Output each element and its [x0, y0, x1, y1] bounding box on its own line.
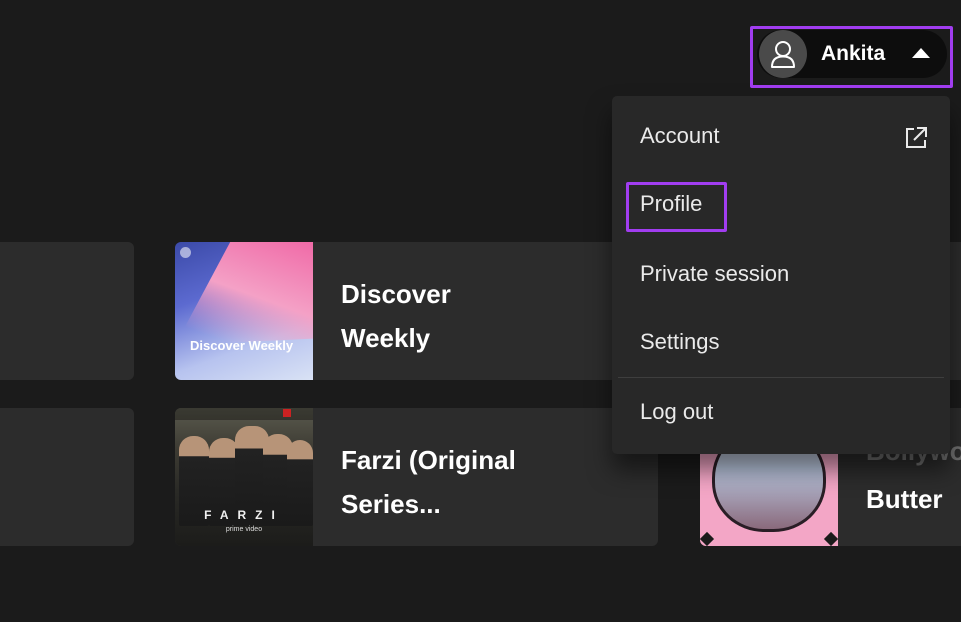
annotation-highlight-user	[750, 26, 953, 88]
menu-item-label: Settings	[640, 329, 720, 354]
shortcut-card-partial[interactable]	[0, 408, 134, 546]
menu-item-private-session[interactable]: Private session	[612, 246, 950, 306]
cover-subtitle: prime video	[225, 526, 263, 533]
farzi-cover: FARZI prime video	[175, 408, 313, 546]
menu-item-label: Private session	[640, 261, 790, 286]
card-title: Farzi (Original Series...	[341, 445, 516, 519]
cover-text: Discover Weekly	[190, 338, 294, 353]
card-title: Discover Weekly	[341, 279, 451, 353]
annotation-highlight-profile	[626, 182, 727, 232]
user-dropdown-menu: Account Profile Private session Settings…	[612, 96, 950, 454]
menu-item-log-out[interactable]: Log out	[612, 384, 950, 444]
shortcut-card-discover-weekly[interactable]: Discover Weekly Discover Weekly	[175, 242, 658, 380]
menu-divider	[618, 377, 944, 378]
menu-item-label: Log out	[640, 399, 714, 424]
menu-item-account[interactable]: Account	[612, 108, 950, 168]
external-link-icon	[906, 127, 927, 148]
cover-title: FARZI	[204, 508, 284, 522]
menu-item-label: Account	[640, 123, 720, 148]
shortcut-card-farzi[interactable]: FARZI prime video Farzi (Original Series…	[175, 408, 658, 546]
discover-weekly-cover: Discover Weekly	[175, 242, 313, 380]
card-title: Butter	[866, 484, 943, 514]
menu-item-settings[interactable]: Settings	[612, 314, 950, 374]
spotify-logo-icon	[180, 247, 191, 258]
shortcut-card-partial[interactable]	[0, 242, 134, 380]
